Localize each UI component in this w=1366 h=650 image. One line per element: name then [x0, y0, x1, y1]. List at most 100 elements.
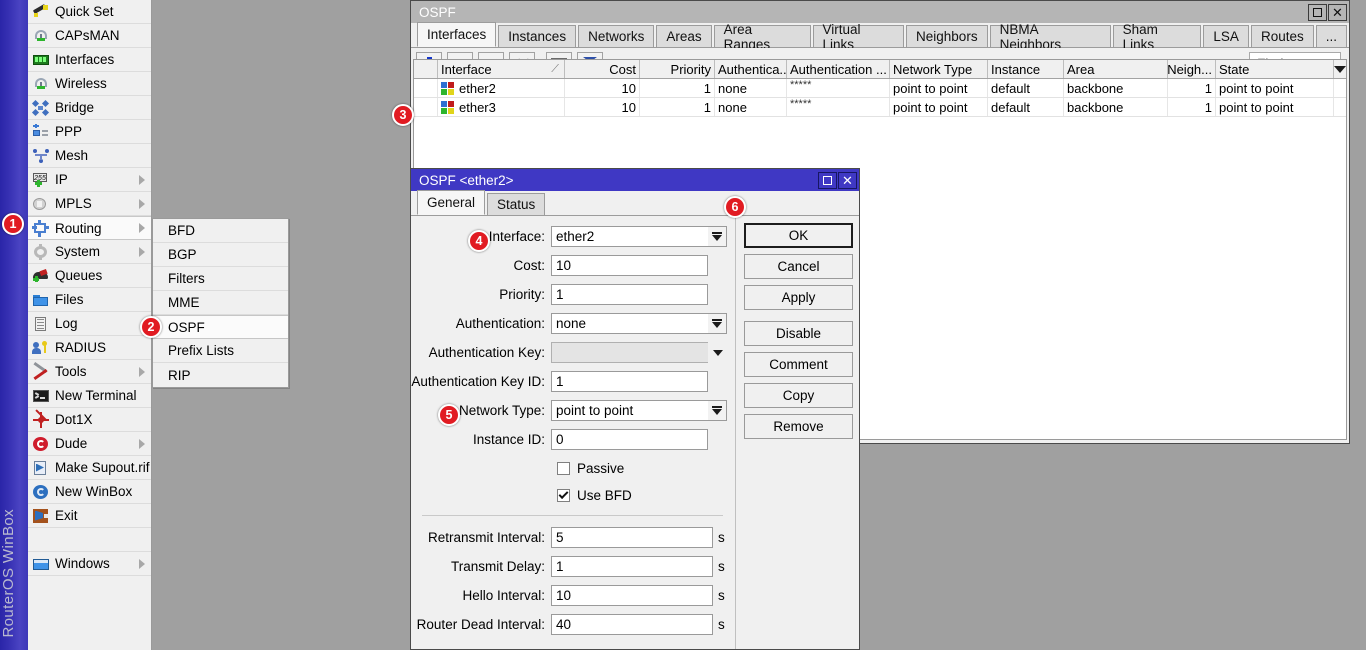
submenu-item-bgp[interactable]: BGP	[153, 243, 288, 267]
table-cell-filler	[1334, 79, 1346, 97]
field-input[interactable]: ether2	[551, 226, 708, 247]
menu-item-ppp[interactable]: PPP	[28, 120, 151, 144]
menu-item-mpls[interactable]: MPLS	[28, 192, 151, 216]
column-header[interactable]: Area	[1064, 60, 1168, 78]
submenu-item-filters[interactable]: Filters	[153, 267, 288, 291]
disable-button[interactable]: Disable	[744, 321, 853, 346]
table-row[interactable]: ether3101none*****point to pointdefaultb…	[414, 98, 1346, 117]
menu-item-quick-set[interactable]: Quick Set	[28, 0, 151, 24]
menu-item-files[interactable]: Files	[28, 288, 151, 312]
cancel-button[interactable]: Cancel	[744, 254, 853, 279]
comment-button[interactable]: Comment	[744, 352, 853, 377]
menu-item-capsman[interactable]: CAPsMAN	[28, 24, 151, 48]
column-header[interactable]: Neigh...	[1168, 60, 1216, 78]
tab-sham-links[interactable]: Sham Links	[1113, 25, 1202, 47]
column-header[interactable]	[414, 60, 438, 78]
field-input[interactable]: 10	[551, 255, 708, 276]
menu-item-new-terminal[interactable]: New Terminal	[28, 384, 151, 408]
menu-item-log[interactable]: Log	[28, 312, 151, 336]
timer-label: Router Dead Interval:	[411, 617, 551, 632]
menu-item-wireless[interactable]: Wireless	[28, 72, 151, 96]
button-label: Remove	[773, 419, 823, 434]
tab-routes[interactable]: Routes	[1251, 25, 1314, 47]
column-header[interactable]: Interface⟋	[438, 60, 565, 78]
timer-input[interactable]: 40	[551, 614, 713, 635]
dialog-tab-status[interactable]: Status	[487, 193, 545, 215]
field-value: 10	[556, 258, 571, 273]
copy-button[interactable]: Copy	[744, 383, 853, 408]
column-header[interactable]: Network Type	[890, 60, 988, 78]
menu-item-routing[interactable]: Routing	[28, 216, 151, 240]
field-spacer	[708, 371, 727, 392]
column-header-label: Instance	[991, 62, 1040, 77]
menu-item-make-supout-rif[interactable]: Make Supout.rif	[28, 456, 151, 480]
field-input[interactable]: 0	[551, 429, 708, 450]
timer-input[interactable]: 10	[551, 585, 713, 606]
menu-item-new-winbox[interactable]: New WinBox	[28, 480, 151, 504]
tab-instances[interactable]: Instances	[498, 25, 576, 47]
checkbox-use-bfd[interactable]	[557, 489, 570, 502]
tab-neighbors[interactable]: Neighbors	[906, 25, 988, 47]
menu-item-dude[interactable]: Dude	[28, 432, 151, 456]
apply-button[interactable]: Apply	[744, 285, 853, 310]
form-row: Authentication Key:	[411, 341, 735, 364]
column-header[interactable]: Cost	[565, 60, 640, 78]
dropdown-arrow-button[interactable]	[708, 226, 727, 247]
timer-unit: s	[713, 530, 727, 545]
submenu-item-bfd[interactable]: BFD	[153, 219, 288, 243]
dropdown-arrow-button[interactable]	[708, 313, 727, 334]
tab-interfaces[interactable]: Interfaces	[417, 22, 496, 47]
menu-item-interfaces[interactable]: Interfaces	[28, 48, 151, 72]
menu-item-label: Interfaces	[55, 52, 114, 67]
menu-item-system[interactable]: System	[28, 240, 151, 264]
callout-badge-4: 4	[468, 230, 490, 252]
column-header[interactable]: State	[1216, 60, 1334, 78]
rail-brand-text: RouterOS WinBox	[0, 509, 28, 638]
menu-item-tools[interactable]: Tools	[28, 360, 151, 384]
field-input[interactable]: none	[551, 313, 708, 334]
table-row[interactable]: ether2101none*****point to pointdefaultb…	[414, 79, 1346, 98]
field-input[interactable]: 1	[551, 371, 708, 392]
column-header[interactable]: Authentica...	[715, 60, 787, 78]
dropdown-arrow-button[interactable]	[708, 400, 727, 421]
ospf-close-button[interactable]: ✕	[1328, 4, 1347, 21]
menu-item-exit[interactable]: Exit	[28, 504, 151, 528]
tab-area-ranges[interactable]: Area Ranges	[714, 25, 811, 47]
checkbox-passive[interactable]	[557, 462, 570, 475]
tab-areas[interactable]: Areas	[656, 25, 711, 47]
dialog-maximize-button[interactable]	[818, 172, 837, 189]
menu-item-dot1x[interactable]: Dot1X	[28, 408, 151, 432]
submenu-item-ospf[interactable]: OSPF	[153, 315, 288, 339]
timer-input[interactable]: 1	[551, 556, 713, 577]
tab-nbma-neighbors[interactable]: NBMA Neighbors	[990, 25, 1111, 47]
checkbox-row[interactable]: Passive	[411, 457, 735, 479]
column-header[interactable]: Instance	[988, 60, 1064, 78]
dialog-close-button[interactable]: ✕	[838, 172, 857, 189]
tab-[interactable]: ...	[1316, 25, 1347, 47]
column-header[interactable]: Priority	[640, 60, 715, 78]
tab-networks[interactable]: Networks	[578, 25, 654, 47]
submenu-item-prefix-lists[interactable]: Prefix Lists	[153, 339, 288, 363]
submenu-item-rip[interactable]: RIP	[153, 363, 288, 387]
menu-item-mesh[interactable]: Mesh	[28, 144, 151, 168]
field-input[interactable]: point to point	[551, 400, 708, 421]
dialog-tab-general[interactable]: General	[417, 190, 485, 215]
submenu-item-mme[interactable]: MME	[153, 291, 288, 315]
tab-virtual-links[interactable]: Virtual Links	[813, 25, 905, 47]
ospf-maximize-button[interactable]	[1308, 4, 1327, 21]
menu-item-bridge[interactable]: Bridge	[28, 96, 151, 120]
remove-button[interactable]: Remove	[744, 414, 853, 439]
menu-item-queues[interactable]: Queues	[28, 264, 151, 288]
column-chooser-button[interactable]	[1334, 60, 1346, 78]
timer-input[interactable]: 5	[551, 527, 713, 548]
menu-item-ip[interactable]: 255IP	[28, 168, 151, 192]
submenu-item-label: MME	[168, 295, 200, 310]
tab-lsa[interactable]: LSA	[1203, 25, 1249, 47]
field-input[interactable]: 1	[551, 284, 708, 305]
menu-item-windows[interactable]: Windows	[28, 552, 151, 576]
tab-label: Sham Links	[1123, 22, 1192, 52]
menu-item-radius[interactable]: RADIUS	[28, 336, 151, 360]
column-header[interactable]: Authentication ...	[787, 60, 890, 78]
ok-button[interactable]: OK	[744, 223, 853, 248]
checkbox-row[interactable]: Use BFD	[411, 484, 735, 506]
